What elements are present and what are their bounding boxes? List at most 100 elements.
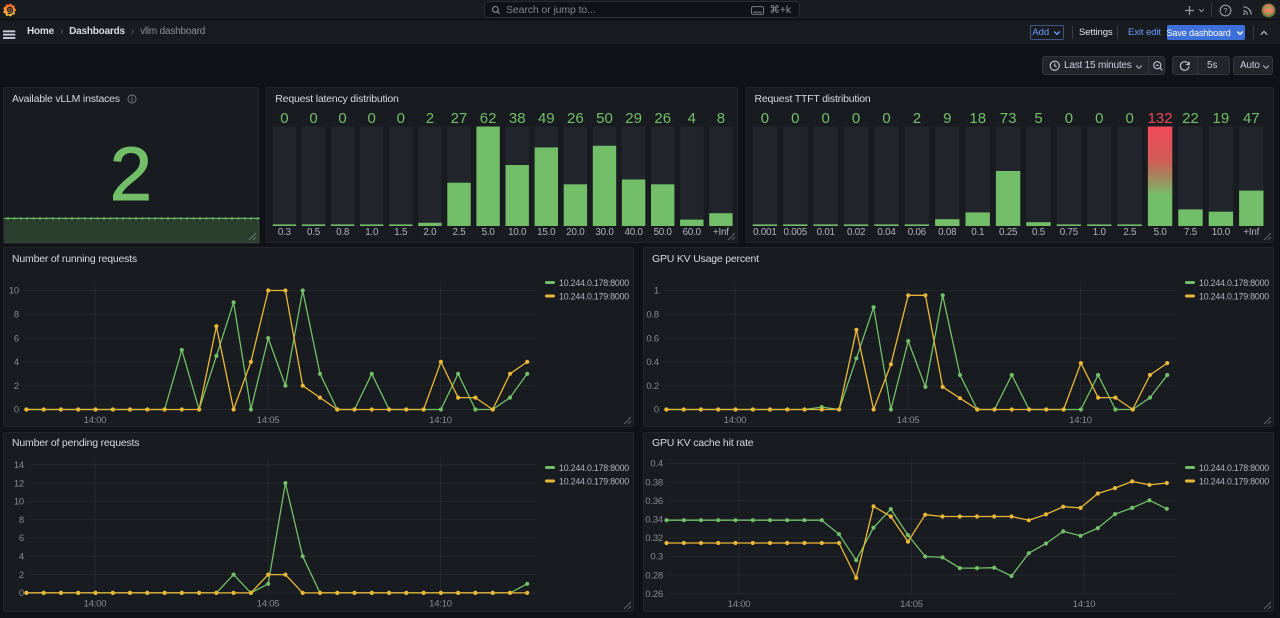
svg-text:10.244.0.178:8000: 10.244.0.178:8000 xyxy=(1199,463,1269,473)
svg-text:0.5: 0.5 xyxy=(1031,227,1045,238)
svg-text:10.244.0.178:8000: 10.244.0.178:8000 xyxy=(1199,278,1269,288)
svg-text:0.02: 0.02 xyxy=(846,227,864,238)
svg-text:+Inf: +Inf xyxy=(1243,227,1259,238)
svg-text:50.0: 50.0 xyxy=(654,227,673,238)
svg-text:14:10: 14:10 xyxy=(429,415,452,426)
svg-text:4: 4 xyxy=(19,551,24,562)
svg-text:14:00: 14:00 xyxy=(84,415,107,426)
svg-text:2: 2 xyxy=(19,569,24,580)
svg-text:1.0: 1.0 xyxy=(1092,227,1106,238)
svg-text:14:00: 14:00 xyxy=(724,415,747,426)
svg-text:40.0: 40.0 xyxy=(625,227,644,238)
svg-text:?: ? xyxy=(1223,6,1227,15)
svg-text:7.5: 7.5 xyxy=(1183,227,1197,238)
svg-text:0: 0 xyxy=(397,110,405,127)
svg-text:0.4: 0.4 xyxy=(650,458,663,469)
svg-text:1: 1 xyxy=(654,286,659,297)
svg-text:0.6: 0.6 xyxy=(646,333,659,344)
svg-text:0.1: 0.1 xyxy=(971,227,984,238)
svg-text:14: 14 xyxy=(14,460,24,471)
svg-text:29: 29 xyxy=(626,110,643,127)
svg-text:0.75: 0.75 xyxy=(1059,227,1078,238)
svg-text:0: 0 xyxy=(19,588,24,599)
svg-text:18: 18 xyxy=(969,110,986,127)
svg-text:4: 4 xyxy=(14,357,19,368)
svg-text:5.0: 5.0 xyxy=(1153,227,1167,238)
svg-text:10.244.0.179:8000: 10.244.0.179:8000 xyxy=(559,476,629,486)
svg-text:14:05: 14:05 xyxy=(897,415,920,426)
svg-text:2: 2 xyxy=(14,381,19,392)
svg-text:5: 5 xyxy=(1034,110,1042,127)
svg-text:2: 2 xyxy=(912,110,920,127)
svg-text:0: 0 xyxy=(760,110,768,127)
svg-text:0: 0 xyxy=(882,110,890,127)
svg-text:0: 0 xyxy=(339,110,347,127)
svg-text:9: 9 xyxy=(943,110,951,127)
svg-text:8: 8 xyxy=(19,514,24,525)
svg-text:14:05: 14:05 xyxy=(900,599,923,610)
svg-text:6: 6 xyxy=(14,333,19,344)
svg-text:0.01: 0.01 xyxy=(816,227,834,238)
svg-text:0.26: 0.26 xyxy=(645,588,663,599)
svg-text:14:00: 14:00 xyxy=(728,599,751,610)
svg-text:0.38: 0.38 xyxy=(645,477,663,488)
svg-text:1.5: 1.5 xyxy=(395,227,409,238)
svg-text:10.0: 10.0 xyxy=(1211,227,1230,238)
svg-text:0.5: 0.5 xyxy=(307,227,321,238)
svg-text:38: 38 xyxy=(509,110,526,127)
svg-text:10.244.0.179:8000: 10.244.0.179:8000 xyxy=(1199,292,1269,302)
svg-text:0: 0 xyxy=(368,110,376,127)
svg-text:10.244.0.178:8000: 10.244.0.178:8000 xyxy=(559,463,629,473)
svg-text:10.0: 10.0 xyxy=(508,227,527,238)
svg-text:0.3: 0.3 xyxy=(650,551,663,562)
svg-text:27: 27 xyxy=(451,110,468,127)
svg-text:14:00: 14:00 xyxy=(84,598,107,609)
svg-text:2.0: 2.0 xyxy=(424,227,438,238)
svg-text:2: 2 xyxy=(426,110,434,127)
svg-text:14:10: 14:10 xyxy=(1073,599,1096,610)
svg-text:12: 12 xyxy=(14,478,24,489)
svg-text:0: 0 xyxy=(281,110,289,127)
svg-text:2.5: 2.5 xyxy=(453,227,467,238)
svg-text:132: 132 xyxy=(1147,110,1172,127)
svg-text:2.5: 2.5 xyxy=(1123,227,1137,238)
svg-text:14:05: 14:05 xyxy=(257,598,280,609)
svg-text:14:10: 14:10 xyxy=(1069,415,1092,426)
svg-text:0.2: 0.2 xyxy=(646,381,659,392)
svg-text:0: 0 xyxy=(1125,110,1133,127)
svg-text:0.005: 0.005 xyxy=(783,227,807,238)
svg-text:26: 26 xyxy=(655,110,672,127)
svg-text:10.244.0.178:8000: 10.244.0.178:8000 xyxy=(559,278,629,288)
svg-text:10: 10 xyxy=(14,496,24,507)
svg-text:0: 0 xyxy=(791,110,799,127)
svg-text:0.06: 0.06 xyxy=(907,227,926,238)
svg-text:22: 22 xyxy=(1182,110,1199,127)
svg-text:10.244.0.179:8000: 10.244.0.179:8000 xyxy=(559,292,629,302)
svg-text:0.3: 0.3 xyxy=(278,227,292,238)
svg-text:50: 50 xyxy=(596,110,613,127)
svg-text:26: 26 xyxy=(567,110,584,127)
svg-text:30.0: 30.0 xyxy=(596,227,615,238)
svg-text:73: 73 xyxy=(999,110,1016,127)
svg-text:0: 0 xyxy=(1064,110,1072,127)
svg-text:14:10: 14:10 xyxy=(429,598,452,609)
svg-text:1.0: 1.0 xyxy=(365,227,379,238)
svg-text:0: 0 xyxy=(654,405,659,416)
svg-text:0.28: 0.28 xyxy=(645,570,663,581)
svg-text:62: 62 xyxy=(480,110,497,127)
svg-text:8: 8 xyxy=(717,110,725,127)
svg-text:8: 8 xyxy=(14,310,19,321)
svg-text:10.244.0.179:8000: 10.244.0.179:8000 xyxy=(1199,476,1269,486)
svg-text:6: 6 xyxy=(19,533,24,544)
svg-text:0.34: 0.34 xyxy=(645,514,663,525)
svg-text:49: 49 xyxy=(538,110,555,127)
svg-text:15.0: 15.0 xyxy=(537,227,556,238)
svg-text:0: 0 xyxy=(310,110,318,127)
svg-text:10: 10 xyxy=(9,286,19,297)
svg-text:0.36: 0.36 xyxy=(645,495,663,506)
svg-text:0.04: 0.04 xyxy=(877,227,896,238)
svg-text:5.0: 5.0 xyxy=(482,227,496,238)
svg-text:0.8: 0.8 xyxy=(646,310,659,321)
svg-text:60.0: 60.0 xyxy=(683,227,702,238)
svg-text:0: 0 xyxy=(1095,110,1103,127)
